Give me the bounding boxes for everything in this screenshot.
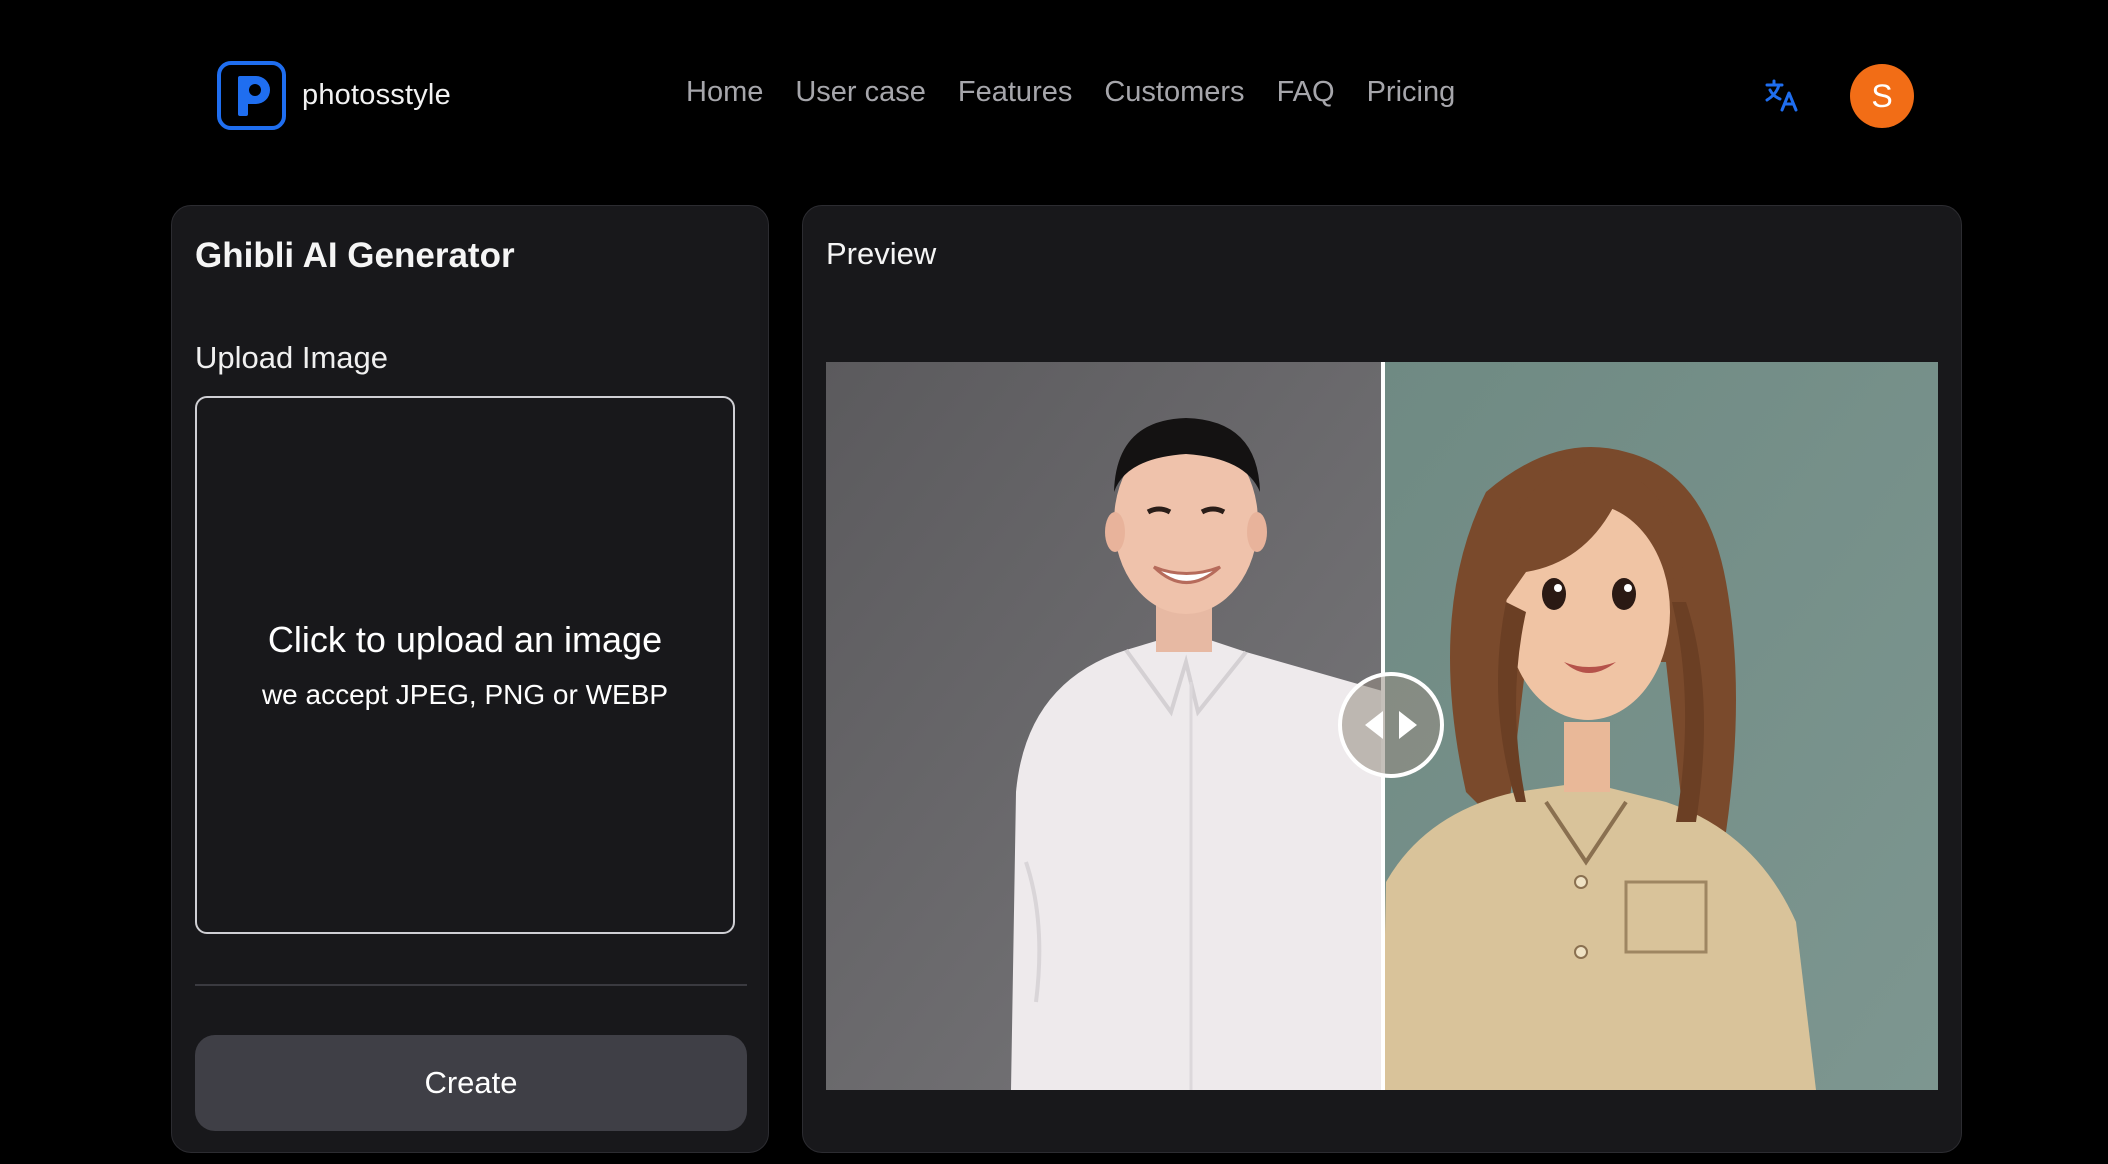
original-photo [826,362,1382,1090]
compare-handle[interactable] [1338,672,1444,778]
translate-icon[interactable] [1764,78,1800,114]
left-right-arrows-icon [1365,711,1417,739]
nav-customers[interactable]: Customers [1104,76,1244,109]
site-header: photosstyle Home User case Features Cust… [0,0,2108,190]
preview-panel: Preview [802,205,1962,1153]
upload-dropzone[interactable]: Click to upload an image we accept JPEG,… [195,396,735,934]
nav-pricing[interactable]: Pricing [1367,76,1456,109]
create-button[interactable]: Create [195,1035,747,1131]
generator-panel: Ghibli AI Generator Upload Image Click t… [171,205,769,1153]
panel-divider [195,984,747,986]
nav-home[interactable]: Home [686,76,763,109]
generator-title: Ghibli AI Generator [195,236,515,275]
dropzone-subtitle: we accept JPEG, PNG or WEBP [261,679,669,710]
main-nav: Home User case Features Customers FAQ Pr… [686,76,1455,109]
brand-name: photosstyle [302,79,451,111]
nav-user-case[interactable]: User case [795,76,926,109]
dropzone-title: Click to upload an image [267,619,663,660]
page: photosstyle Home User case Features Cust… [0,0,2108,1164]
nav-features[interactable]: Features [958,76,1072,109]
nav-faq[interactable]: FAQ [1277,76,1335,109]
upload-label: Upload Image [195,340,389,375]
user-avatar[interactable]: S [1850,64,1914,128]
logo-icon [217,61,286,130]
brand-link[interactable]: photosstyle [217,61,451,130]
ghibli-result [1382,362,1938,1090]
before-after-compare[interactable] [826,362,1938,1090]
preview-title: Preview [826,236,937,271]
